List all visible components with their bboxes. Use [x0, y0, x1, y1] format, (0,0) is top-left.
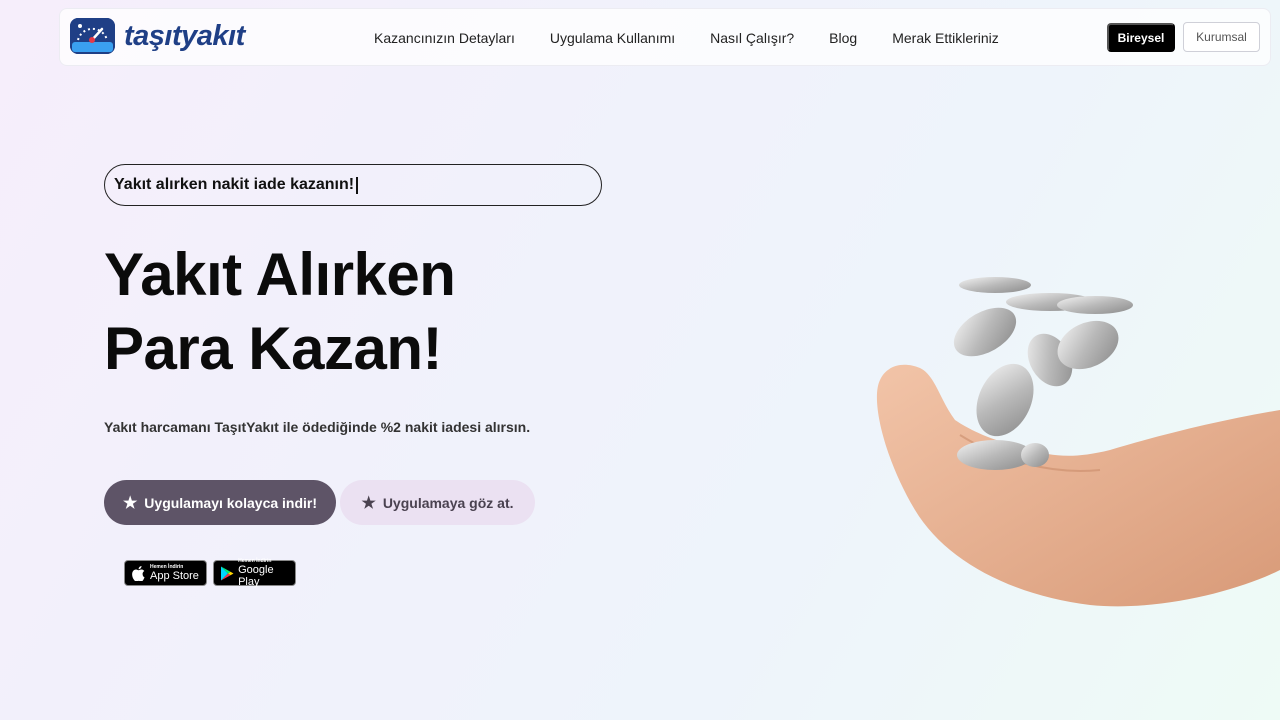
nav-link-uygulama-kullanimi[interactable]: Uygulama Kullanımı [550, 30, 675, 46]
nav-link-merak-ettikleriniz[interactable]: Merak Ettikleriniz [892, 30, 999, 46]
nav-link-blog[interactable]: Blog [829, 30, 857, 46]
speedometer-logo-icon [70, 18, 115, 54]
app-store-badge[interactable]: Hemen İndirin App Store [124, 560, 207, 586]
headline-line-1: Yakıt Alırken [104, 241, 456, 308]
bireysel-button[interactable]: Bireysel [1107, 23, 1175, 52]
download-app-button[interactable]: ★ Uygulamayı kolayca indir! [104, 480, 336, 525]
preview-app-button[interactable]: ★ Uygulamaya göz at. [340, 480, 535, 525]
google-play-badge[interactable]: Hemen İndirin Google Play [213, 558, 296, 588]
google-play-big-text: Google Play [238, 564, 274, 588]
brand-logo[interactable]: taşıtyakıt [70, 18, 245, 54]
star-icon: ★ [361, 494, 376, 512]
preview-app-label: Uygulamaya göz at. [382, 494, 514, 511]
text-caret [356, 176, 358, 194]
nav-link-nasil-calisir[interactable]: Nasıl Çalışır? [710, 30, 794, 46]
nav-link-kazanc-detaylari[interactable]: Kazancınızın Detayları [374, 30, 515, 46]
hand-with-coins-image [860, 260, 1280, 620]
headline-line-2: Para Kazan! [104, 315, 442, 382]
typing-tagline-text: Yakıt alırken nakit iade kazanın! [114, 176, 355, 193]
top-navbar: taşıtyakıt Kazancınızın Detayları Uygula… [59, 8, 1271, 66]
typing-tagline-box: Yakıt alırken nakit iade kazanın! [104, 164, 602, 206]
hero-headline: Yakıt Alırken Para Kazan! [104, 238, 624, 386]
google-play-icon [218, 566, 235, 581]
brand-name: taşıtyakıt [124, 19, 245, 52]
app-store-text: Hemen İndirin App Store [150, 564, 199, 582]
hero-subtitle: Yakıt harcamanı TaşıtYakıt ile ödediğind… [104, 419, 531, 435]
app-store-big-text: App Store [150, 570, 199, 582]
apple-icon [129, 565, 147, 581]
google-play-text: Hemen İndirin Google Play [238, 558, 295, 588]
star-icon: ★ [122, 494, 138, 512]
kurumsal-button[interactable]: Kurumsal [1183, 22, 1260, 52]
main-nav: Kazancınızın Detayları Uygulama Kullanım… [374, 9, 1034, 67]
download-app-label: Uygulamayı kolayca indir! [144, 494, 318, 511]
